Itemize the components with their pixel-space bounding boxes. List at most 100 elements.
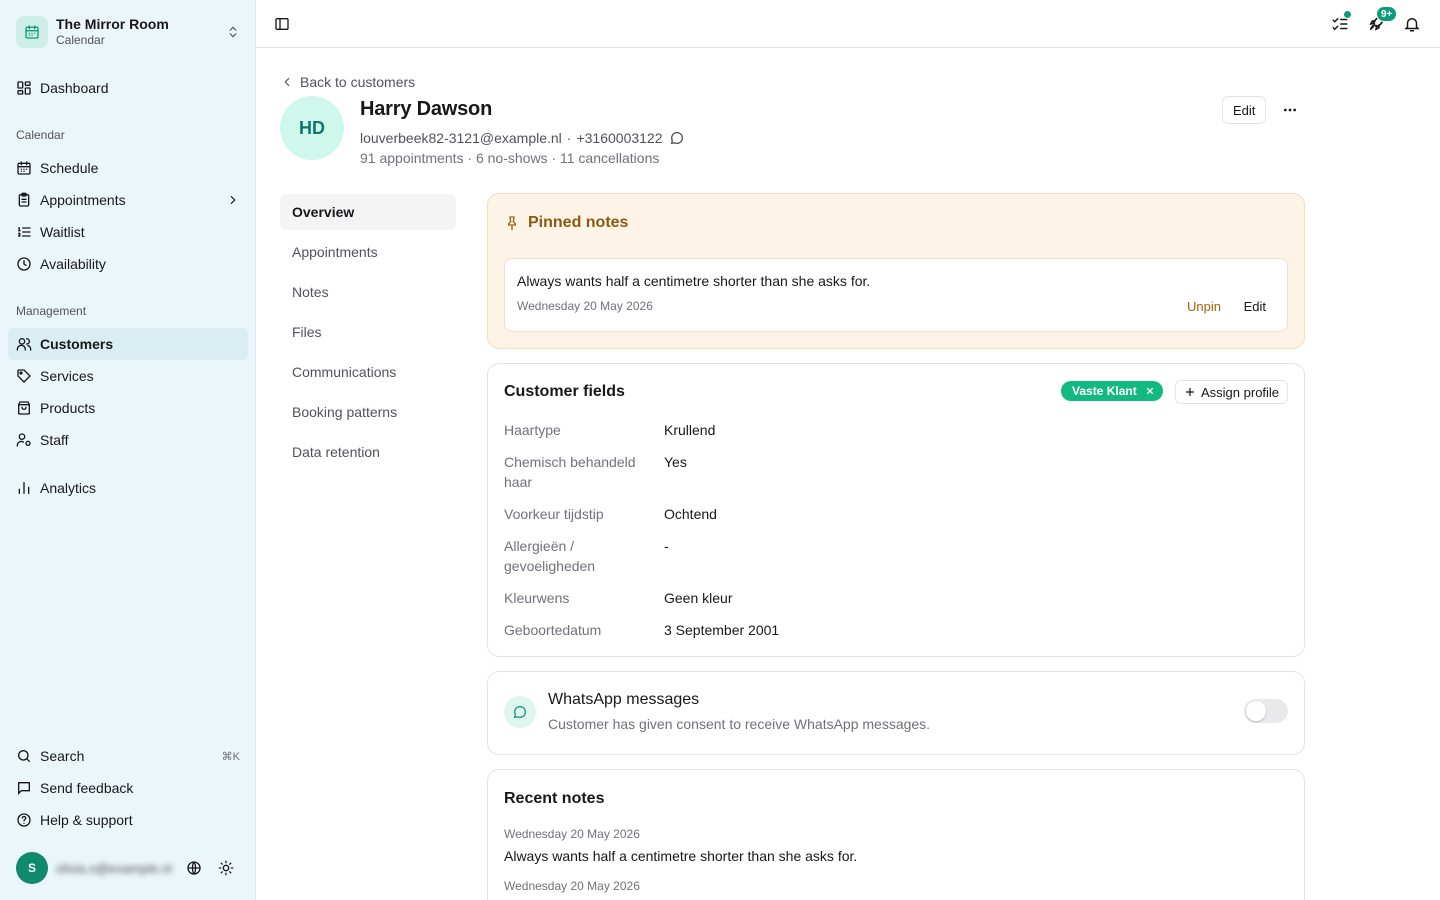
assign-profile-button[interactable]: Assign profile: [1175, 380, 1289, 404]
sidebar-item-label: Analytics: [40, 480, 97, 496]
contact-separator: ·: [566, 130, 572, 146]
chevron-right-icon: [230, 195, 236, 205]
shopping-bag-icon: [18, 401, 30, 415]
announcements-button[interactable]: 9+: [1360, 6, 1398, 40]
whatsapp-consent-toggle[interactable]: [1244, 699, 1288, 723]
chevrons-up-down-icon: [226, 25, 240, 39]
pin-icon: [508, 216, 516, 231]
tab-appointments[interactable]: Appointments: [280, 234, 456, 270]
pinned-notes-card: Pinned notes Always wants half a centime…: [487, 193, 1305, 349]
pinned-notes-title: Pinned notes: [504, 214, 628, 232]
sidebar: The Mirror Room Calendar Dashboard Calen…: [0, 0, 256, 900]
tab-files[interactable]: Files: [280, 314, 456, 350]
plus-icon: [1185, 387, 1195, 397]
customer-email[interactable]: louverbeek82-3121@example.nl: [360, 130, 562, 146]
panel-left-icon: [275, 18, 289, 30]
sidebar-item-label: Appointments: [40, 192, 126, 208]
clock-icon: [17, 257, 31, 271]
tab-notes[interactable]: Notes: [280, 274, 456, 310]
whatsapp-card: WhatsApp messages Customer has given con…: [487, 671, 1305, 755]
sidebar-item-schedule[interactable]: Schedule: [8, 152, 248, 184]
pinned-note-date: Wednesday 20 May 2026: [517, 299, 653, 313]
sidebar-item-label: Schedule: [40, 160, 99, 176]
calendar-icon: [16, 16, 48, 48]
tab-communications[interactable]: Communications: [280, 354, 456, 390]
search-shortcut: ⌘K: [221, 750, 240, 763]
customer-fields-title: Customer fields: [504, 383, 625, 400]
customer-stats: 91 appointments · 6 no-shows · 11 cancel…: [360, 150, 660, 166]
sidebar-item-products[interactable]: Products: [8, 392, 248, 424]
sidebar-item-services[interactable]: Services: [8, 360, 248, 392]
pinned-note-text: Always wants half a centimetre shorter t…: [517, 273, 871, 289]
sidebar-item-search[interactable]: Search ⌘K: [8, 740, 248, 772]
users-icon: [16, 338, 32, 351]
sidebar-item-waitlist[interactable]: Waitlist: [8, 216, 248, 248]
field-label: Kleurwens: [504, 590, 570, 606]
topbar: 9+: [256, 0, 1440, 48]
close-icon[interactable]: [1145, 386, 1155, 396]
profile-chip-label: Vaste Klant: [1072, 384, 1137, 398]
sun-icon: [218, 860, 234, 876]
tab-overview[interactable]: Overview: [280, 194, 456, 230]
field-label: Haartype: [504, 422, 561, 438]
section-calendar-heading: Calendar: [16, 128, 65, 142]
more-actions-button[interactable]: [1274, 94, 1306, 126]
workspace-name: The Mirror Room: [56, 16, 169, 33]
profile-chip[interactable]: Vaste Klant: [1061, 381, 1163, 401]
sidebar-item-dashboard[interactable]: Dashboard: [8, 72, 248, 104]
notification-count-badge: 9+: [1376, 6, 1398, 22]
field-value: 3 September 2001: [664, 622, 780, 638]
sidebar-item-label: Help & support: [40, 812, 133, 828]
edit-customer-button[interactable]: Edit: [1222, 96, 1267, 124]
sidebar-item-customers[interactable]: Customers: [8, 328, 248, 360]
more-horizontal-icon: [1284, 108, 1296, 112]
edit-note-button[interactable]: Edit: [1244, 299, 1266, 314]
back-to-customers-link[interactable]: Back to customers: [280, 72, 415, 92]
customer-fields-card: Customer fields Vaste Klant Assign profi…: [487, 363, 1305, 657]
sidebar-item-feedback[interactable]: Send feedback: [8, 772, 248, 804]
recent-notes-card: Recent notes Wednesday 20 May 2026 Alway…: [487, 769, 1305, 900]
tasks-button[interactable]: [1324, 8, 1356, 40]
workspace-switcher[interactable]: The Mirror Room Calendar: [8, 8, 248, 56]
field-value: -: [664, 538, 669, 554]
note-date: Wednesday 20 May 2026: [504, 879, 640, 893]
sidebar-item-appointments[interactable]: Appointments: [8, 184, 248, 216]
user-menu[interactable]: S olivia.s@example.nl: [16, 852, 244, 884]
notifications-button[interactable]: [1396, 8, 1428, 40]
tab-booking-patterns[interactable]: Booking patterns: [280, 394, 456, 430]
message-circle-icon[interactable]: [669, 130, 685, 146]
tab-data-retention[interactable]: Data retention: [280, 434, 456, 470]
sidebar-item-label: Staff: [40, 432, 69, 448]
tag-icon: [17, 369, 31, 383]
field-label: Geboortedatum: [504, 622, 602, 638]
sidebar-item-staff[interactable]: Staff: [8, 424, 248, 456]
sidebar-item-analytics[interactable]: Analytics: [8, 472, 248, 504]
user-cog-icon: [16, 433, 31, 447]
recent-notes-title: Recent notes: [504, 790, 605, 807]
message-square-icon: [18, 782, 30, 795]
toggle-knob: [1246, 701, 1266, 721]
help-circle-icon: [17, 813, 31, 827]
clipboard-icon: [18, 192, 30, 207]
sidebar-item-label: Send feedback: [40, 780, 134, 796]
sidebar-item-label: Dashboard: [40, 80, 109, 96]
sidebar-item-label: Products: [40, 400, 96, 416]
theme-toggle-button[interactable]: [210, 852, 242, 884]
sidebar-toggle-button[interactable]: [266, 8, 298, 40]
field-value: Yes: [664, 454, 687, 470]
language-button[interactable]: [178, 852, 210, 884]
customer-phone[interactable]: +3160003122: [576, 130, 662, 146]
bell-icon: [1404, 18, 1420, 32]
unpin-button[interactable]: Unpin: [1187, 299, 1221, 314]
sidebar-item-help[interactable]: Help & support: [8, 804, 248, 836]
sidebar-item-availability[interactable]: Availability: [8, 248, 248, 280]
pinned-note: Always wants half a centimetre shorter t…: [504, 258, 1288, 332]
user-email: olivia.s@example.nl: [56, 860, 172, 876]
field-label: Voorkeur tijdstip: [504, 506, 604, 522]
sidebar-item-label: Services: [40, 368, 94, 384]
field-value: Ochtend: [664, 506, 717, 522]
sidebar-item-label: Search: [40, 748, 85, 764]
search-icon: [18, 750, 30, 762]
list-ordered-icon: [17, 227, 31, 237]
back-link-label: Back to customers: [300, 74, 416, 90]
